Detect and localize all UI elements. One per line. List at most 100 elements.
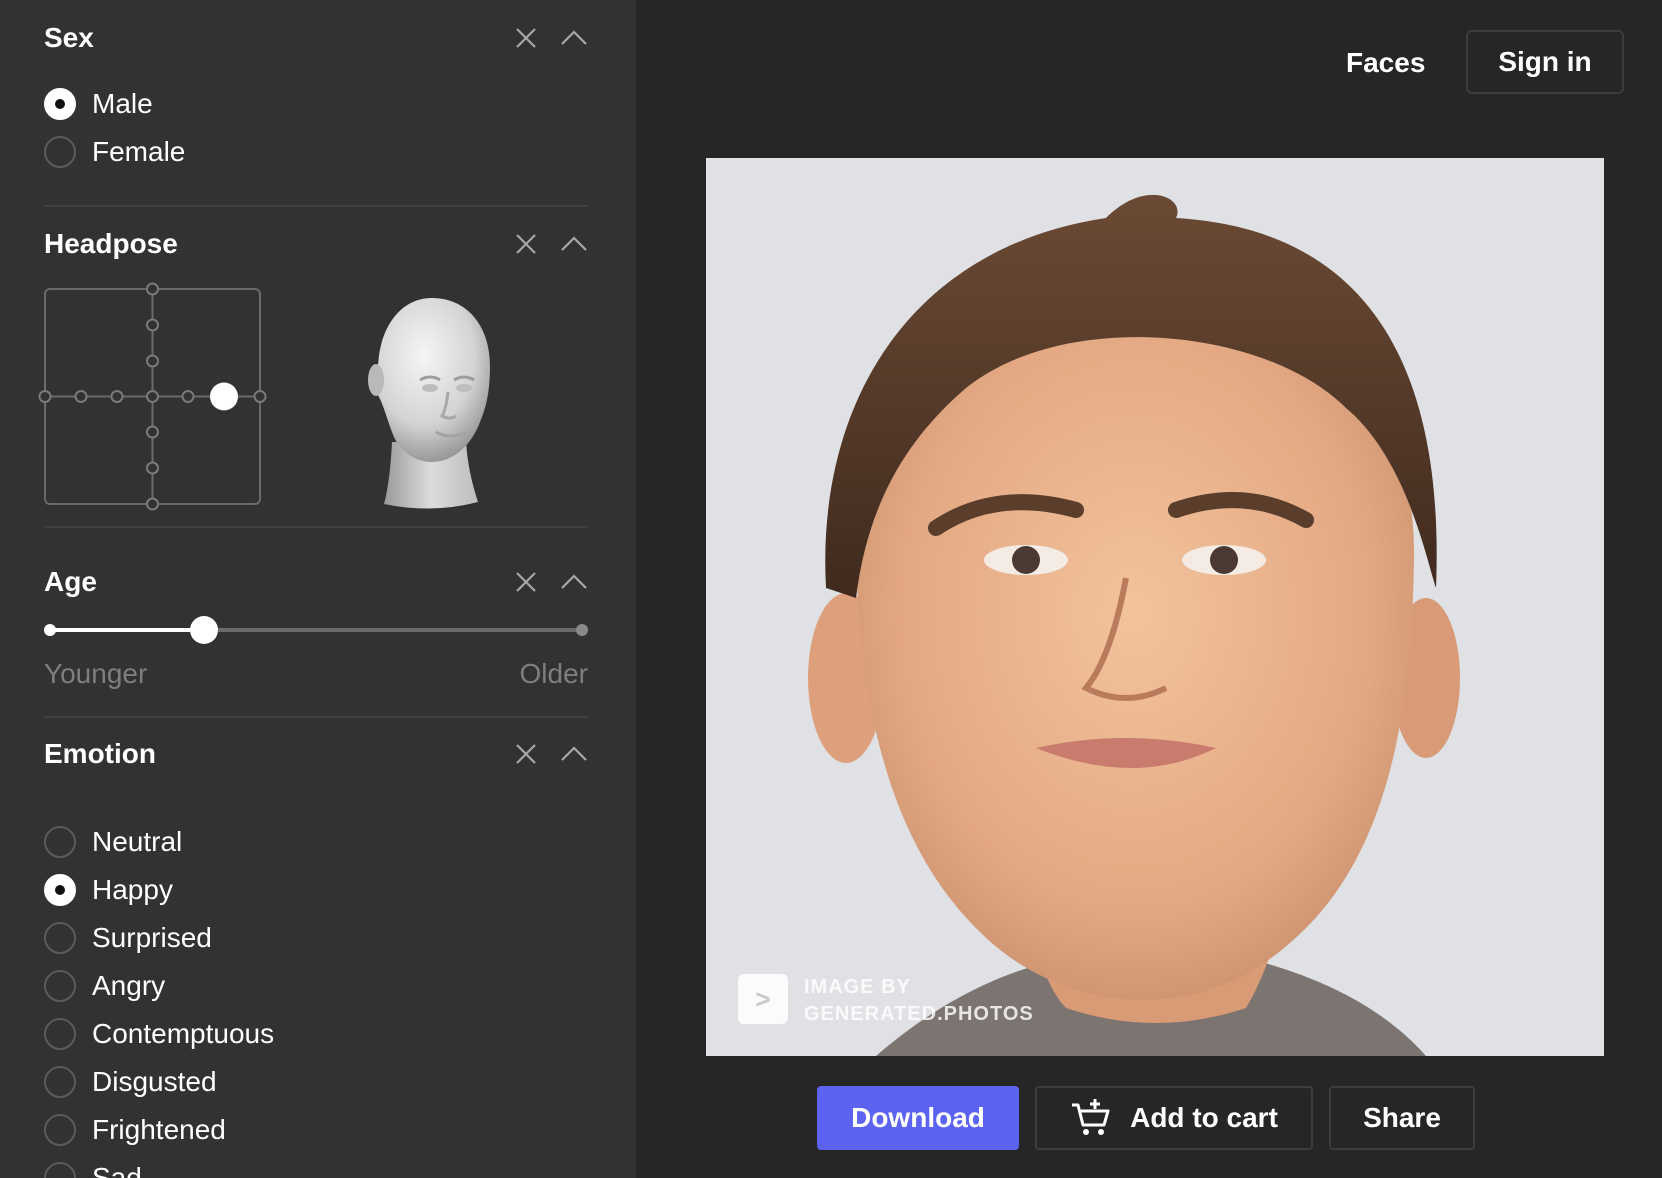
radio-label: Neutral	[92, 826, 183, 857]
close-icon	[516, 744, 536, 764]
radio-surprised[interactable]: Surprised	[44, 918, 444, 958]
headpose-collapse-button[interactable]	[560, 230, 588, 258]
radio-label: Sad	[92, 1162, 142, 1178]
filter-sidebar[interactable]: Sex Male Female Headpose Age Younger Old…	[0, 0, 636, 1178]
radio-label: Surprised	[92, 922, 212, 953]
slider-end-dot	[576, 624, 588, 636]
radio-button[interactable]	[44, 874, 76, 906]
headpose-node[interactable]	[38, 390, 52, 403]
headpose-node[interactable]	[110, 390, 124, 403]
section-divider	[44, 526, 588, 528]
radio-male[interactable]: Male	[44, 84, 444, 124]
age-max-label: Older	[519, 658, 588, 689]
headpose-node[interactable]	[253, 390, 267, 403]
radio-button[interactable]	[44, 136, 76, 168]
section-header: Emotion	[44, 734, 588, 774]
chevron-up-icon	[561, 574, 587, 589]
radio-female[interactable]: Female	[44, 132, 444, 172]
chevron-up-icon	[561, 746, 587, 761]
radio-label: Male	[92, 88, 153, 119]
watermark-text: IMAGE BY GENERATED.PHOTOS	[804, 974, 1034, 1028]
emotion-title: Emotion	[44, 738, 156, 769]
radio-button[interactable]	[44, 88, 76, 120]
radio-button[interactable]	[44, 1018, 76, 1050]
radio-neutral[interactable]: Neutral	[44, 822, 444, 862]
sign-in-button[interactable]: Sign in	[1466, 30, 1624, 94]
chevron-up-icon	[561, 236, 587, 251]
headpose-node[interactable]	[146, 318, 159, 332]
radio-button[interactable]	[44, 1114, 76, 1146]
download-button[interactable]: Download	[817, 1086, 1019, 1150]
slider-start-dot	[44, 624, 56, 636]
radio-button[interactable]	[44, 1066, 76, 1098]
radio-label: Happy	[92, 874, 173, 905]
age-min-label: Younger	[44, 658, 148, 689]
add-to-cart-label: Add to cart	[1130, 1102, 1278, 1133]
face-image	[706, 158, 1604, 1056]
emotion-clear-button[interactable]	[512, 740, 540, 768]
section-header: Sex	[44, 18, 588, 58]
radio-button[interactable]	[44, 1162, 76, 1178]
radio-label: Female	[92, 136, 186, 167]
photo-actions: Download Add to cart Share	[636, 1086, 1662, 1152]
emotion-collapse-button[interactable]	[560, 740, 588, 768]
headpose-handle[interactable]	[210, 382, 238, 411]
sex-clear-button[interactable]	[512, 24, 540, 52]
close-icon	[516, 572, 536, 592]
headpose-node[interactable]	[181, 390, 195, 403]
radio-disgusted[interactable]: Disgusted	[44, 1062, 444, 1102]
nav-faces-link[interactable]: Faces	[1346, 40, 1425, 86]
headpose-node[interactable]	[146, 354, 159, 368]
radio-frightened[interactable]: Frightened	[44, 1110, 444, 1150]
age-clear-button[interactable]	[512, 568, 540, 596]
sex-collapse-button[interactable]	[560, 24, 588, 52]
watermark-line-2: GENERATED.PHOTOS	[804, 1003, 1034, 1025]
radio-label: Contemptuous	[92, 1018, 275, 1049]
headpose-node[interactable]	[146, 390, 159, 403]
sex-title: Sex	[44, 22, 94, 53]
radio-button[interactable]	[44, 970, 76, 1002]
add-to-cart-button[interactable]: Add to cart	[1035, 1086, 1313, 1150]
headpose-node[interactable]	[74, 390, 88, 403]
close-icon	[516, 28, 536, 48]
headpose-title: Headpose	[44, 228, 178, 259]
close-icon	[516, 234, 536, 254]
generated-face-photo: > IMAGE BY GENERATED.PHOTOS	[706, 158, 1604, 1056]
age-slider[interactable]	[44, 610, 588, 650]
download-label: Download	[851, 1102, 985, 1133]
radio-button[interactable]	[44, 826, 76, 858]
radio-happy[interactable]: Happy	[44, 870, 444, 910]
app: Sex Male Female Headpose Age Younger Old…	[0, 0, 1662, 1178]
section-divider	[44, 716, 588, 718]
sex-section: Sex Male Female	[44, 18, 588, 168]
section-header: Age	[44, 562, 588, 602]
radio-label: Frightened	[92, 1114, 226, 1145]
radio-button[interactable]	[44, 922, 76, 954]
head-3d-icon	[368, 298, 490, 509]
headpose-node[interactable]	[146, 282, 159, 296]
radio-label: Angry	[92, 970, 166, 1001]
slider-thumb[interactable]	[190, 616, 219, 644]
main-area: Faces Sign in > IMAGE BY GENERATED.PHOTO…	[636, 0, 1662, 1178]
radio-sad[interactable]: Sad	[44, 1158, 444, 1178]
radio-label: Disgusted	[92, 1066, 217, 1097]
age-collapse-button[interactable]	[560, 568, 588, 596]
share-label: Share	[1363, 1102, 1441, 1133]
age-title: Age	[44, 566, 97, 597]
headpose-node[interactable]	[146, 497, 159, 511]
radio-contemptuous[interactable]: Contemptuous	[44, 1014, 444, 1054]
watermark-line-1: IMAGE BY	[804, 976, 911, 998]
headpose-node[interactable]	[146, 461, 159, 475]
watermark: > IMAGE BY GENERATED.PHOTOS	[738, 974, 1098, 1025]
headpose-grid[interactable]	[38, 282, 267, 511]
share-button[interactable]: Share	[1329, 1086, 1475, 1150]
slider-labels: Younger Older	[44, 654, 588, 694]
slider-fill	[50, 628, 205, 632]
headpose-clear-button[interactable]	[512, 230, 540, 258]
radio-angry[interactable]: Angry	[44, 966, 444, 1006]
headpose-node[interactable]	[146, 425, 159, 439]
emotion-section: Emotion Neutral Happy Surprised Angry Contem…	[44, 734, 588, 1178]
head-model-preview	[362, 292, 502, 510]
headpose-picker[interactable]	[38, 282, 267, 511]
chevron-up-icon	[561, 30, 587, 45]
